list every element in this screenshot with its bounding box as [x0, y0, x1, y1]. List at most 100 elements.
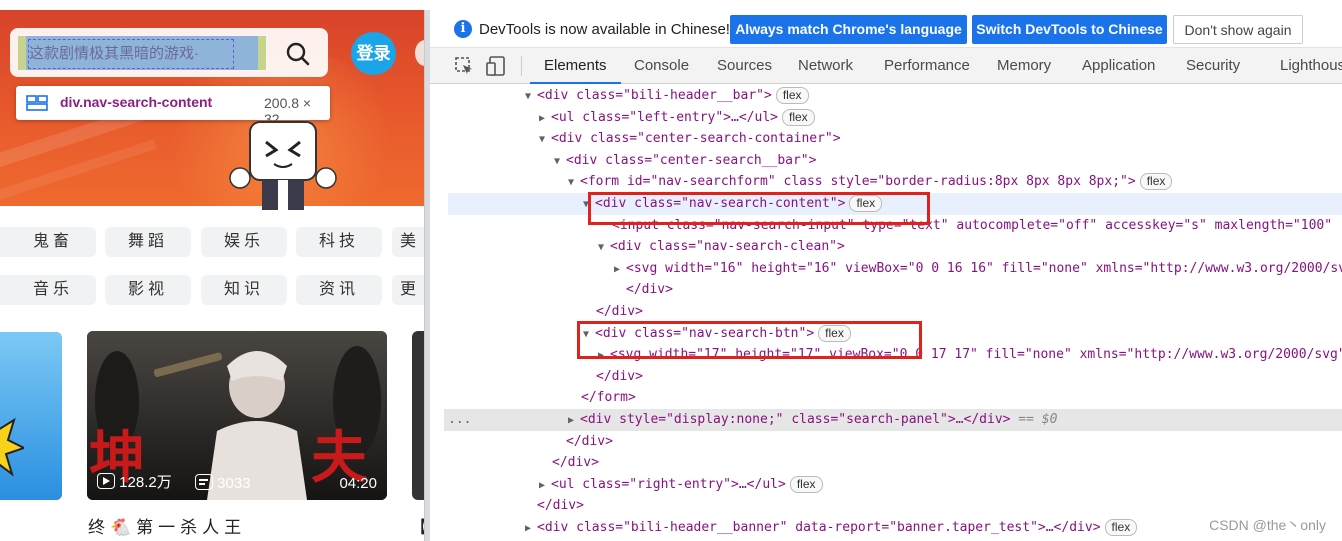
play-icon	[97, 473, 115, 489]
flex-badge[interactable]: flex	[1104, 519, 1138, 536]
bilibili-page: 这款剧情极其黑暗的游戏· 登录 div.nav-search-content 2…	[0, 0, 424, 541]
dom-node[interactable]: ▶ <div class="bili-header__banner" data-r…	[430, 517, 1342, 539]
expand-triangle-icon[interactable]: ▼	[568, 172, 580, 194]
toolbar-separator	[521, 56, 522, 76]
flex-badge[interactable]: flex	[775, 87, 809, 104]
tab-lighthouse[interactable]: Lighthouse	[1280, 48, 1342, 84]
selected-marker: == $0	[1018, 412, 1058, 427]
nav-search-input[interactable]: 这款剧情极其黑暗的游戏·	[28, 39, 234, 69]
switch-to-chinese-button[interactable]: Switch DevTools to Chinese	[972, 15, 1167, 44]
dom-node-text: <div class="nav-search-clean">	[610, 239, 845, 255]
nav-search-form: 这款剧情极其黑暗的游戏·	[10, 28, 328, 77]
flex-badge[interactable]: flex	[781, 108, 815, 126]
highlight-padding-left	[18, 36, 26, 70]
devtools-tabbar: Elements Console Sources Network Perform…	[430, 48, 1342, 84]
tab-performance[interactable]: Performance	[884, 48, 970, 84]
category-tag[interactable]: 资讯	[296, 275, 382, 305]
video-card-partial[interactable]	[412, 331, 424, 500]
dom-node-text: </form>	[581, 390, 636, 406]
dom-node[interactable]: ▶ <svg width="16" height="16" viewBox="0 …	[430, 258, 1342, 280]
video-title[interactable]: 终🐔第一杀人王	[88, 513, 246, 538]
annotation-box-search-content	[588, 192, 930, 225]
dom-node[interactable]: ▼ <form id="nav-searchform" class style="…	[430, 171, 1342, 193]
inspect-element-icon[interactable]	[454, 56, 474, 76]
category-tag[interactable]: 舞蹈	[105, 227, 191, 257]
expand-triangle-icon[interactable]: ▼	[539, 129, 551, 151]
video-title-partial[interactable]: 【	[410, 513, 424, 538]
annotation-box-search-btn	[577, 321, 922, 359]
dom-node-hovered[interactable]: ... ▶ <div style="display:none;" class="s…	[444, 409, 1342, 431]
dom-node[interactable]: </div>	[430, 279, 1342, 301]
collapse-triangle-icon[interactable]: ▶	[539, 108, 551, 130]
tab-sources[interactable]: Sources	[717, 48, 772, 84]
dom-node[interactable]: ▼ <div class="bili-header__bar"> flex	[430, 85, 1342, 107]
category-tag[interactable]: 音乐	[10, 275, 96, 305]
watermark: CSDN @the丶only	[1209, 517, 1326, 533]
search-icon[interactable]	[285, 41, 311, 67]
more-actions-icon[interactable]: ...	[448, 409, 471, 431]
highlight-padding-right	[258, 36, 266, 70]
category-tag[interactable]: 娱乐	[201, 227, 287, 257]
tab-network[interactable]: Network	[798, 48, 853, 84]
dom-node[interactable]: </div>	[430, 301, 1342, 323]
collapse-triangle-icon[interactable]: ▶	[568, 410, 580, 432]
category-tag[interactable]: 影视	[105, 275, 191, 305]
dom-node[interactable]: </div>	[430, 366, 1342, 388]
collapse-triangle-icon[interactable]: ▶	[539, 475, 551, 497]
flex-badge[interactable]: flex	[789, 475, 823, 493]
tab-application[interactable]: Application	[1082, 48, 1155, 84]
info-icon: i	[454, 20, 472, 38]
devtools-panel: i DevTools is now available in Chinese! …	[430, 10, 1342, 541]
infobar-message: DevTools is now available in Chinese!	[479, 21, 730, 38]
danmaku-count-value: 3033	[217, 475, 251, 492]
dom-node-text: </div>	[596, 368, 643, 384]
inspect-tooltip: div.nav-search-content 200.8 × 32	[16, 86, 330, 127]
tooltip-selector: div.nav-search-content	[60, 94, 213, 110]
screenshot-root: 这款剧情极其黑暗的游戏· 登录 div.nav-search-content 2…	[0, 0, 1342, 541]
play-count-value: 128.2万	[119, 474, 172, 491]
category-tag[interactable]: 科技	[296, 227, 382, 257]
device-toolbar-icon[interactable]	[486, 55, 508, 77]
category-tag-partial[interactable]: 更	[392, 275, 424, 305]
dom-node-text: <ul class="left-entry">…</ul>	[551, 109, 778, 125]
video-card-partial[interactable]	[0, 332, 62, 500]
dom-node-text: <svg width="16" height="16" viewBox="0 0…	[626, 260, 1342, 276]
dom-node[interactable]: </div>	[430, 431, 1342, 453]
danmaku-count: 3033	[195, 474, 251, 492]
collapse-triangle-icon[interactable]: ▶	[525, 518, 537, 540]
language-infobar: i DevTools is now available in Chinese! …	[430, 10, 1342, 48]
expand-triangle-icon[interactable]: ▼	[598, 237, 610, 259]
tab-elements[interactable]: Elements	[530, 48, 620, 84]
dom-node[interactable]: ▼ <div class="nav-search-clean">	[430, 236, 1342, 258]
always-match-language-button[interactable]: Always match Chrome's language	[730, 15, 967, 44]
flex-badge[interactable]: flex	[1139, 173, 1173, 191]
dom-node[interactable]: </form>	[430, 387, 1342, 409]
dom-node[interactable]: ▼ <div class="center-search__bar">	[430, 150, 1342, 172]
category-tag-partial[interactable]: 美	[392, 227, 424, 257]
collapse-triangle-icon[interactable]: ▶	[614, 259, 626, 281]
category-tag[interactable]: 鬼畜	[10, 227, 96, 257]
dom-node-text: </div>	[552, 455, 599, 471]
dom-node[interactable]: </div>	[430, 452, 1342, 474]
category-tag[interactable]: 知识	[201, 275, 287, 305]
tab-security[interactable]: Security	[1186, 48, 1240, 84]
dom-node-text: <ul class="right-entry">…</ul>	[551, 476, 786, 492]
flex-layout-icon	[26, 95, 48, 111]
dom-tree: ▼ <div class="bili-header__bar"> flex ▶ <ul…	[430, 85, 1342, 541]
play-count: 128.2万	[97, 471, 172, 492]
login-button[interactable]: 登录	[351, 32, 396, 75]
dom-node-text: <div class="center-search-container">	[551, 131, 841, 147]
tab-memory[interactable]: Memory	[997, 48, 1051, 84]
dom-node[interactable]: ▼ <div class="center-search-container">	[430, 128, 1342, 150]
tv-mascot-icon	[229, 121, 337, 210]
dont-show-again-button[interactable]: Don't show again	[1173, 15, 1303, 44]
dom-node-text: </div>	[566, 433, 613, 449]
dom-node[interactable]: ▶ <ul class="left-entry">…</ul> flex	[430, 107, 1342, 129]
tab-console[interactable]: Console	[634, 48, 689, 84]
expand-triangle-icon[interactable]: ▼	[525, 86, 537, 108]
expand-triangle-icon[interactable]: ▼	[554, 151, 566, 173]
dom-node[interactable]: ▶ <ul class="right-entry">…</ul> flex	[430, 474, 1342, 496]
video-card[interactable]: 坤 夫 128.2万 3033 04:20	[87, 331, 387, 500]
dom-node-text: <div style="display:none;" class="search…	[580, 412, 1011, 427]
dom-node[interactable]: </div>	[430, 495, 1342, 517]
